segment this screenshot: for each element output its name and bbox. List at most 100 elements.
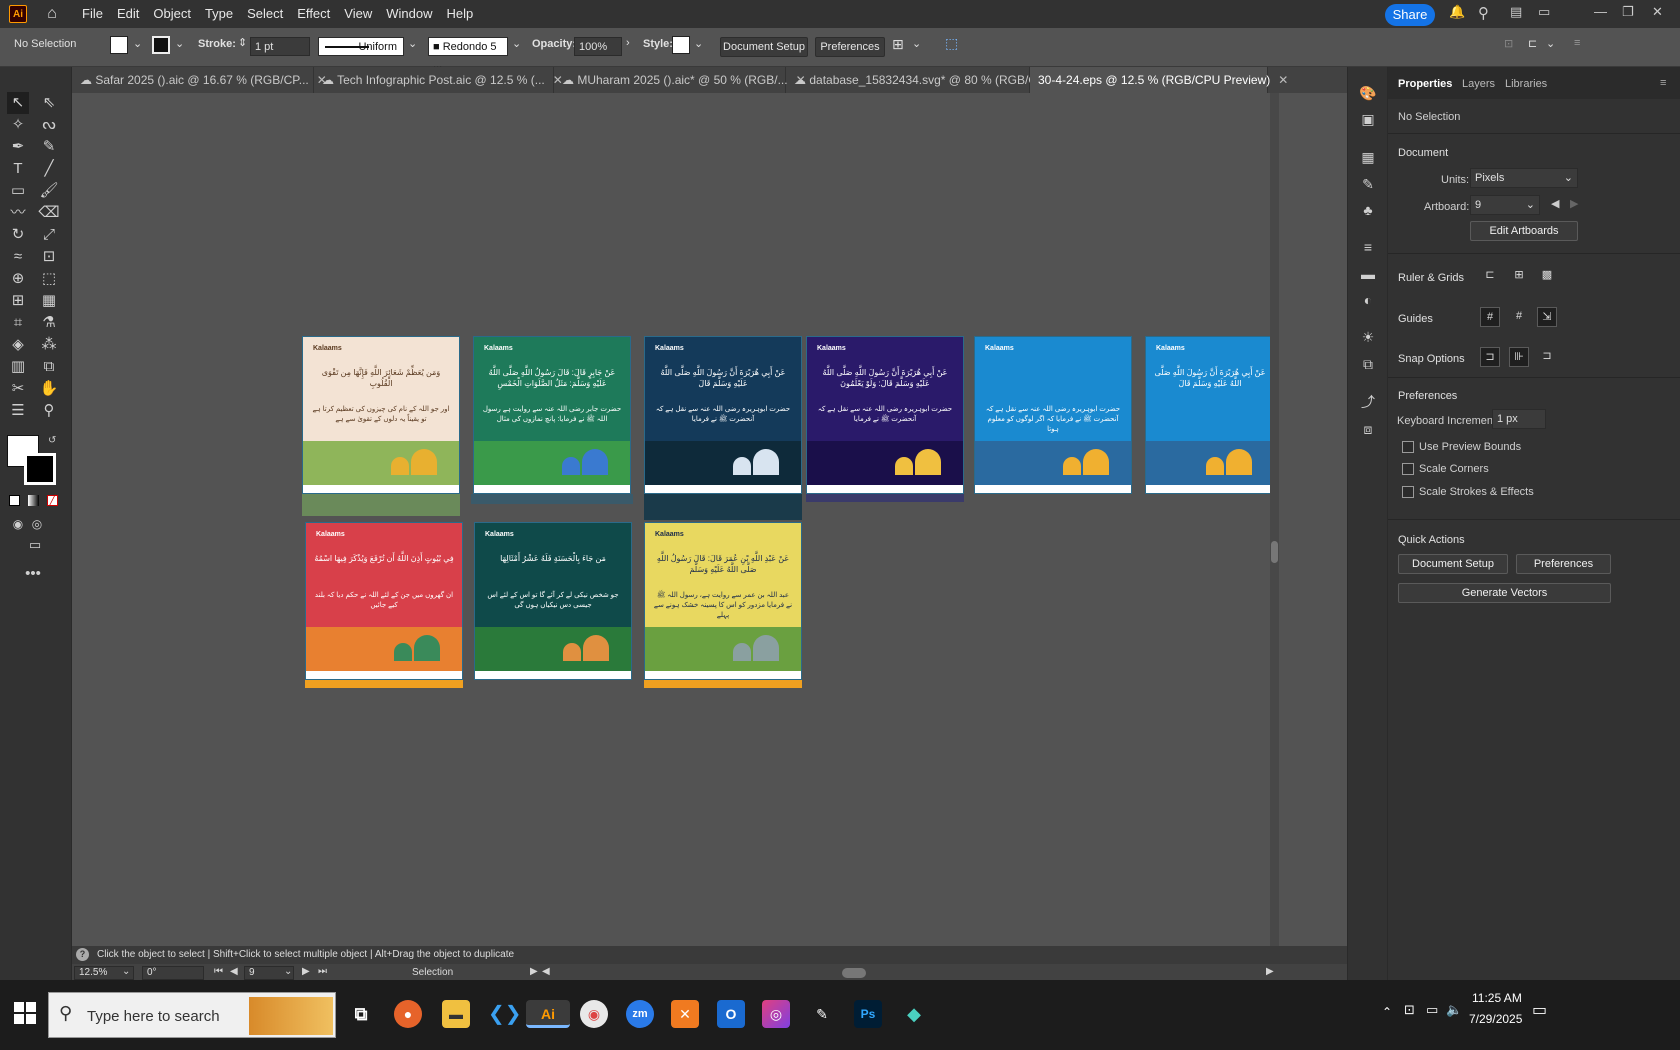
swatches-icon[interactable]: ▦ <box>1358 147 1378 167</box>
artboard-dropdown[interactable]: 9 ⌄ <box>1470 195 1540 215</box>
chevron-down-icon[interactable]: ⌄ <box>512 37 521 50</box>
scroll-right-icon[interactable]: ▶ <box>1266 966 1274 977</box>
zoom-app-icon[interactable]: zm <box>626 1000 654 1028</box>
app-diamond-icon[interactable]: ◆ <box>900 1000 928 1028</box>
zoom-tool-icon[interactable]: ⚲ <box>38 400 60 422</box>
document-tab[interactable]: ☁ database_15832434.svg* @ 80 % (RGB/C..… <box>786 67 1065 93</box>
width-tool-icon[interactable]: ≈ <box>7 246 29 268</box>
brushes-icon[interactable]: ✎ <box>1358 174 1378 194</box>
stroke-panel-icon[interactable]: ≡ <box>1358 237 1378 257</box>
blend-tool-icon[interactable]: ◈ <box>7 334 29 356</box>
menu-type[interactable]: Type <box>198 0 240 28</box>
artboard[interactable]: Kalaams عَنْ أَبِي هُرَيْرَةَ أَنَّ رَسُو… <box>644 336 802 494</box>
artboard[interactable]: Kalaams مَن جَاءَ بِالْحَسَنَةِ فَلَهُ عَ… <box>474 522 632 680</box>
keyboard-increment-field[interactable]: 1 px <box>1492 409 1546 429</box>
artboard[interactable]: Kalaams عَنْ أَبِي هُرَيْرَةَ أَنَّ رَسُو… <box>806 336 964 494</box>
network-icon[interactable]: ⊡ <box>1404 1002 1415 1018</box>
restore-icon[interactable]: ❐ <box>1622 4 1634 20</box>
artboard-canvas[interactable]: Kalaams وَمَن يُعَظِّمْ شَعَائِرَ اللَّهِ… <box>72 93 1347 946</box>
qa-preferences-button[interactable]: Preferences <box>1516 554 1611 574</box>
tab-libraries[interactable]: Libraries <box>1505 78 1547 90</box>
design-app-icon[interactable]: ◎ <box>762 1000 790 1028</box>
artboard[interactable]: Kalaams عَنْ جَابِرٍ قَالَ: قَالَ رَسُولُ… <box>473 336 631 494</box>
qa-document-setup-button[interactable]: Document Setup <box>1398 554 1508 574</box>
chevron-down-icon[interactable]: ⌄ <box>133 37 142 50</box>
close-tab-icon[interactable]: ✕ <box>1278 73 1288 87</box>
units-dropdown[interactable]: Pixels ⌄ <box>1470 168 1578 188</box>
stroke-color-swatch[interactable] <box>24 453 56 485</box>
first-artboard-icon[interactable]: ⏮ <box>214 966 223 977</box>
menu-object[interactable]: Object <box>146 0 198 28</box>
rotation-field[interactable]: 0° <box>142 966 204 980</box>
use-preview-bounds-checkbox[interactable] <box>1402 441 1414 453</box>
clock-time[interactable]: 11:25 AM <box>1472 991 1522 1005</box>
stroke-weight-field[interactable]: 1 pt <box>250 37 310 56</box>
document-tab[interactable]: 30-4-24.eps @ 12.5 % (RGB/CPU Preview) ✕ <box>1030 67 1288 93</box>
menu-window[interactable]: Window <box>379 0 439 28</box>
snap-to-point-icon[interactable]: ⊐ <box>1480 347 1500 367</box>
stepper-icon[interactable]: ⇕ <box>238 36 247 49</box>
lock-guides-icon[interactable]: # <box>1509 307 1529 327</box>
xampp-icon[interactable]: ✕ <box>671 1000 699 1028</box>
transparency-icon[interactable]: ◐ <box>1358 290 1378 310</box>
next-artboard-icon[interactable]: ▶ <box>302 966 310 977</box>
scale-strokes-effects-checkbox[interactable] <box>1402 486 1414 498</box>
chevron-down-icon[interactable]: ⌄ <box>694 37 703 50</box>
chevron-right-icon[interactable]: › <box>626 37 630 49</box>
hand-tool-icon[interactable]: ✋ <box>38 378 60 400</box>
edit-artboards-button[interactable]: Edit Artboards <box>1470 221 1578 241</box>
rectangle-tool-icon[interactable]: ▭ <box>7 180 29 202</box>
bell-icon[interactable]: 🔔 <box>1449 4 1465 20</box>
share-button[interactable]: Share <box>1385 4 1435 26</box>
line-tool-icon[interactable]: ╱ <box>38 158 60 180</box>
recolor-icon[interactable]: ⬚ <box>945 35 958 52</box>
pen-app-icon[interactable]: ✎ <box>808 1000 836 1028</box>
symbols-icon[interactable]: ♣ <box>1358 200 1378 220</box>
scroll-left-icon[interactable]: ◀ <box>542 966 550 977</box>
previous-artboard-icon[interactable]: ◀ <box>1551 197 1559 210</box>
chevron-down-icon[interactable]: ⌄ <box>912 37 921 50</box>
clock-date[interactable]: 7/29/2025 <box>1469 1012 1522 1026</box>
scale-corners-checkbox[interactable] <box>1402 463 1414 475</box>
volume-icon[interactable]: 🔈 <box>1446 1002 1462 1018</box>
magic-wand-tool-icon[interactable]: ✧ <box>7 114 29 136</box>
last-artboard-icon[interactable]: ⏭ <box>318 966 327 977</box>
chevron-down-icon[interactable]: ⌄ <box>284 966 292 977</box>
pen-tool-icon[interactable]: ✒ <box>7 136 29 158</box>
chevron-up-icon[interactable]: ⌃ <box>1382 1005 1392 1019</box>
symbol-sprayer-tool-icon[interactable]: ⁂ <box>38 334 60 356</box>
menu-edit[interactable]: Edit <box>110 0 146 28</box>
more-tools-icon[interactable]: ••• <box>22 563 44 585</box>
scale-tool-icon[interactable]: ⤢ <box>38 224 60 246</box>
eraser-tool-icon[interactable]: ⌫ <box>38 202 60 224</box>
paintbrush-tool-icon[interactable]: 🖌 <box>38 180 60 202</box>
draw-behind-icon[interactable]: ◎ <box>26 513 48 535</box>
eyedropper-tool-icon[interactable]: ⚗ <box>38 312 60 334</box>
vertical-scrollbar[interactable] <box>1270 93 1279 946</box>
tab-properties[interactable]: Properties <box>1398 78 1452 90</box>
chevron-down-icon[interactable]: ⌄ <box>122 966 130 977</box>
image-trace-icon[interactable]: ▣ <box>1358 109 1378 129</box>
firefox-icon[interactable]: ● <box>394 1000 422 1028</box>
file-explorer-icon[interactable]: ▬ <box>442 1000 470 1028</box>
artboards-panel-icon[interactable]: ⧈ <box>1358 419 1378 439</box>
ruler-icon[interactable]: ⊏ <box>1480 266 1500 286</box>
slice-tool-icon[interactable]: ✂ <box>7 378 29 400</box>
edit-toolbar-icon[interactable]: ☰ <box>7 400 29 422</box>
export-icon[interactable]: ⤴ <box>1358 392 1378 412</box>
curvature-tool-icon[interactable]: ✎ <box>38 136 60 158</box>
show-guides-icon[interactable]: # <box>1480 307 1500 327</box>
artboard[interactable]: Kalaams عَنْ عَبْدِ اللَّهِ بْنِ عُمَرَ ق… <box>644 522 802 680</box>
appearance-icon[interactable]: ☀ <box>1358 327 1378 347</box>
snap-to-grid-icon[interactable]: ⊪ <box>1509 347 1529 367</box>
smart-guides-icon[interactable]: ⇲ <box>1537 307 1557 327</box>
transparency-grid-icon[interactable]: ▩ <box>1537 266 1557 286</box>
transform-icon[interactable]: ⊡ <box>1504 37 1513 50</box>
vscode-icon[interactable]: ❮❯ <box>488 1000 522 1028</box>
tab-layers[interactable]: Layers <box>1462 78 1495 90</box>
screen-mode-icon[interactable]: ▭ <box>24 534 46 556</box>
perspective-grid-tool-icon[interactable]: ⊞ <box>7 290 29 312</box>
artboard[interactable]: Kalaams فِي بُيُوتٍ أَذِنَ اللَّهُ أَن تُ… <box>305 522 463 680</box>
shape-builder-tool-icon[interactable]: ⊕ <box>7 268 29 290</box>
color-palette-icon[interactable]: 🎨 <box>1358 83 1378 103</box>
